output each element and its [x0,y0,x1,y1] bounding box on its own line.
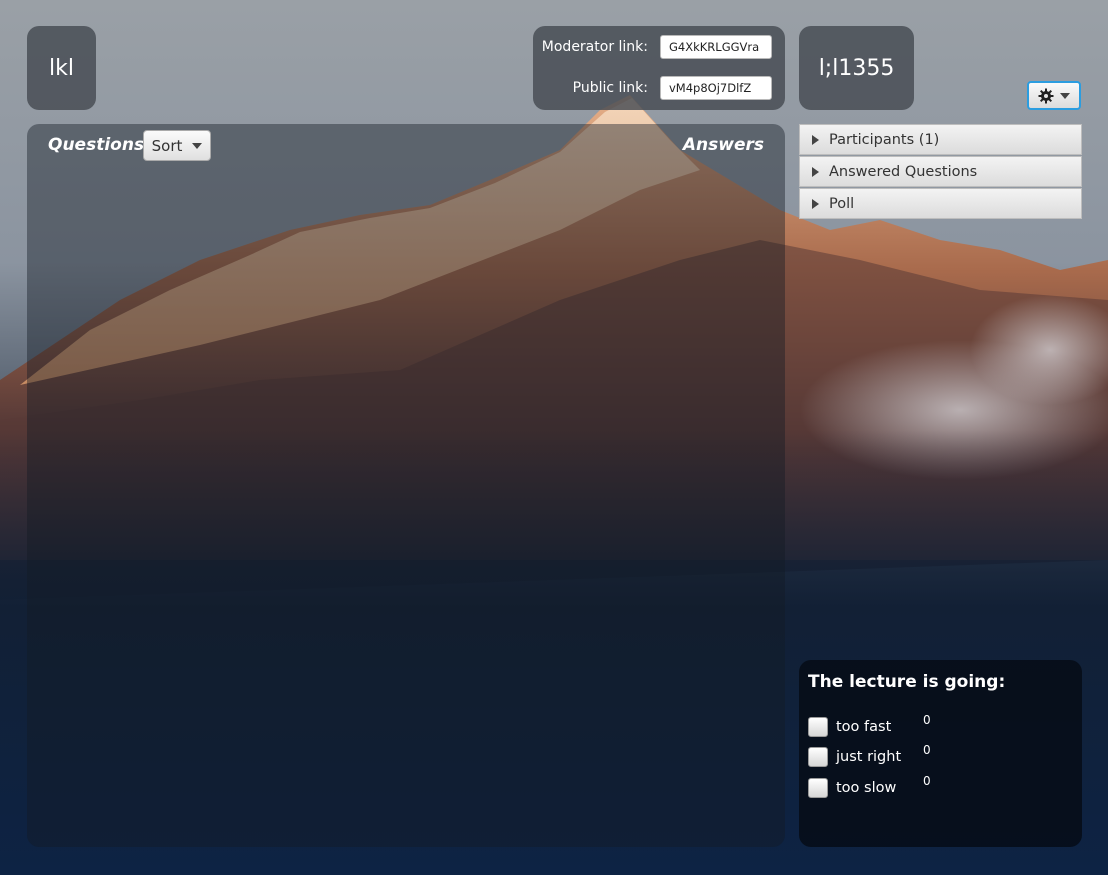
public-link-field[interactable] [660,76,772,100]
too-fast-checkbox[interactable] [808,717,828,737]
links-panel: Moderator link: Public link: [533,26,785,110]
moderator-link-label: Moderator link: [541,39,648,55]
chevron-down-icon [1060,92,1070,99]
sidebar-item-label: Poll [829,195,855,212]
room-name-tile: lkl [27,26,96,110]
sidebar-item-participants[interactable]: Participants (1) [799,124,1082,155]
too-slow-count: 0 [923,774,931,788]
pace-option-label: too fast [836,719,892,735]
pace-option-just-right: just right [808,746,901,768]
sidebar-item-poll[interactable]: Poll [799,188,1082,219]
sidebar-item-label: Participants (1) [829,131,940,148]
room-id-tile: l;l1355 [799,26,914,110]
public-link-label: Public link: [572,80,648,96]
moderator-link-field[interactable] [660,35,772,59]
pace-option-too-slow: too slow [808,777,896,799]
expand-arrow-icon [812,134,819,145]
questions-heading: Questions [48,135,145,155]
sidebar-accordion: Participants (1) Answered Questions Poll [799,124,1082,220]
sort-label: Sort [151,136,183,155]
lecture-pace-panel: The lecture is going: too fast 0 just ri… [799,660,1082,847]
just-right-checkbox[interactable] [808,747,828,767]
settings-menu-button[interactable] [1027,81,1081,110]
sidebar-item-answered-questions[interactable]: Answered Questions [799,156,1082,187]
lecture-pace-title: The lecture is going: [808,672,1006,692]
room-name: lkl [49,55,74,81]
too-slow-checkbox[interactable] [808,778,828,798]
gear-icon [1038,88,1054,103]
public-link-row: Public link: [533,73,785,103]
too-fast-count: 0 [923,713,931,727]
just-right-count: 0 [923,743,931,757]
sort-dropdown[interactable]: Sort [143,130,211,161]
chevron-down-icon [192,142,203,149]
sidebar-item-label: Answered Questions [829,163,978,180]
expand-arrow-icon [812,198,819,209]
pace-option-label: just right [836,749,902,765]
room-id: l;l1355 [818,55,895,81]
moderator-link-row: Moderator link: [533,32,785,62]
pace-option-too-fast: too fast [808,716,891,738]
expand-arrow-icon [812,166,819,177]
answers-heading: Answers [682,135,764,155]
pace-option-label: too slow [836,780,897,796]
questions-panel: Questions Sort Answers [27,124,785,847]
